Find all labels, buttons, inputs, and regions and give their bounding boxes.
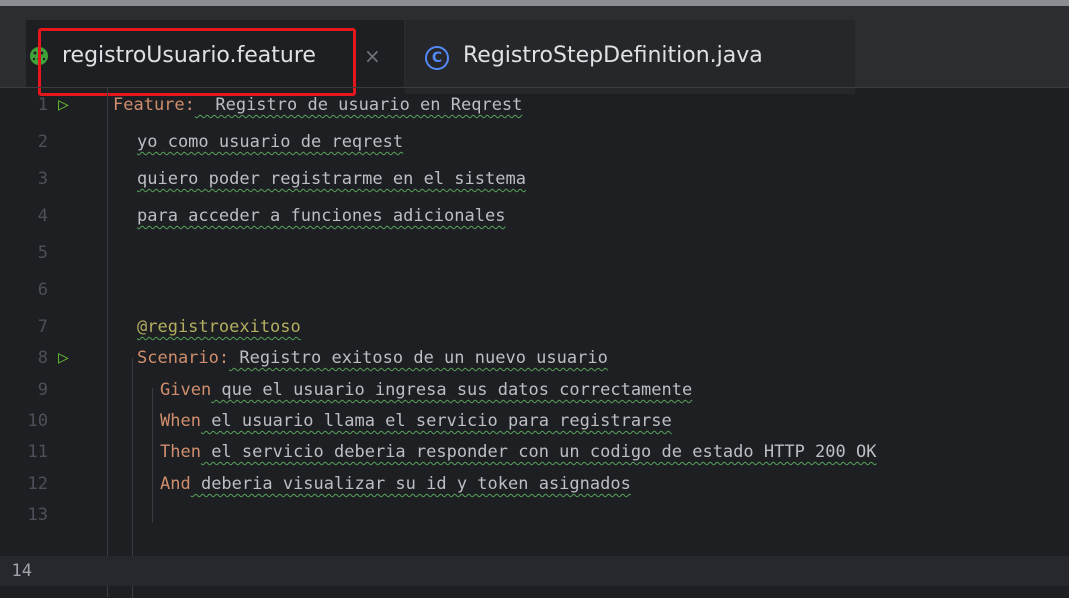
code-line[interactable]: 3 quiero poder registrarme en el sistema [0, 164, 1069, 194]
line-number: 10 [27, 411, 48, 431]
run-scenario-icon[interactable]: ▷ [58, 343, 80, 373]
line-content: el usuario llama el servicio para regist… [200, 411, 672, 431]
line-content: Registro de usuario en Reqrest [194, 95, 523, 115]
line-number: 13 [27, 505, 48, 525]
line-number: 4 [37, 206, 48, 226]
line-number: 12 [27, 474, 48, 494]
code-line-current[interactable]: 14 [0, 556, 1069, 586]
code-text: When el usuario llama el servicio para r… [160, 406, 672, 436]
line-content: quiero poder registrarme en el sistema [137, 169, 526, 189]
gherkin-keyword: When [160, 411, 201, 431]
line-number: 14 [11, 561, 32, 581]
code-line[interactable]: 9 Given que el usuario ingresa sus datos… [0, 375, 1069, 405]
line-content: yo como usuario de reqrest [137, 132, 404, 152]
code-line[interactable]: 7 @registroexitoso [0, 312, 1069, 342]
code-line[interactable]: 6 [0, 275, 1069, 305]
gherkin-keyword: And [160, 474, 191, 494]
editor-tab-bar: registroUsuario.feature C RegistroStepDe… [0, 6, 1069, 96]
line-number: 7 [37, 317, 48, 337]
code-text: yo como usuario de reqrest [137, 127, 403, 157]
line-number: 6 [37, 280, 48, 300]
code-line[interactable]: 8 ▷ Scenario: Registro exitoso de un nue… [0, 343, 1069, 373]
code-line[interactable]: 2 yo como usuario de reqrest [0, 127, 1069, 157]
line-number: 2 [37, 132, 48, 152]
code-text: Then el servicio deberia responder con u… [160, 437, 876, 467]
line-number: 8 [37, 348, 48, 368]
line-number: 3 [37, 169, 48, 189]
code-text: Feature: Registro de usuario en Reqrest [113, 90, 522, 120]
gherkin-keyword: Feature: [113, 95, 195, 115]
class-icon: C [425, 46, 449, 70]
run-feature-icon[interactable]: ▷ [58, 90, 80, 120]
line-content: para acceder a funciones adicionales [137, 206, 506, 226]
line-content: Registro exitoso de un nuevo usuario [229, 348, 608, 368]
scenario-tag: @registroexitoso [137, 317, 301, 337]
gherkin-keyword: Given [160, 380, 212, 400]
line-number: 9 [37, 380, 48, 400]
code-text: Scenario: Registro exitoso de un nuevo u… [137, 343, 608, 373]
code-line[interactable]: 13 [0, 500, 1069, 530]
gherkin-keyword: Scenario: [137, 348, 230, 368]
code-line[interactable]: 1 ▷ Feature: Registro de usuario en Reqr… [0, 90, 1069, 120]
tab-label: RegistroStepDefinition.java [463, 43, 763, 68]
code-editor[interactable]: 1 ▷ Feature: Registro de usuario en Reqr… [0, 88, 1069, 598]
gherkin-keyword: Then [160, 442, 201, 462]
code-text: @registroexitoso [137, 312, 301, 342]
code-line[interactable]: 5 [0, 238, 1069, 268]
code-line[interactable]: 12 And deberia visualizar su id y token … [0, 469, 1069, 499]
line-content: que el usuario ingresa sus datos correct… [211, 380, 693, 400]
highlight-annotation-box [38, 28, 356, 96]
code-line[interactable]: 11 Then el servicio deberia responder co… [0, 437, 1069, 467]
code-line[interactable]: 4 para acceder a funciones adicionales [0, 201, 1069, 231]
tab-registro-step-definition-java[interactable]: C RegistroStepDefinition.java [405, 20, 855, 94]
code-line[interactable]: 10 When el usuario llama el servicio par… [0, 406, 1069, 436]
line-number: 5 [37, 243, 48, 263]
close-tab-icon[interactable]: × [364, 44, 381, 68]
line-content: el servicio deberia responder con un cod… [200, 442, 877, 462]
code-text: para acceder a funciones adicionales [137, 201, 505, 231]
line-number: 11 [27, 442, 48, 462]
code-text: And deberia visualizar su id y token asi… [160, 469, 631, 499]
code-text: Given que el usuario ingresa sus datos c… [160, 375, 692, 405]
code-text: quiero poder registrarme en el sistema [137, 164, 526, 194]
line-number: 1 [37, 95, 48, 115]
line-content: deberia visualizar su id y token asignad… [190, 474, 631, 494]
